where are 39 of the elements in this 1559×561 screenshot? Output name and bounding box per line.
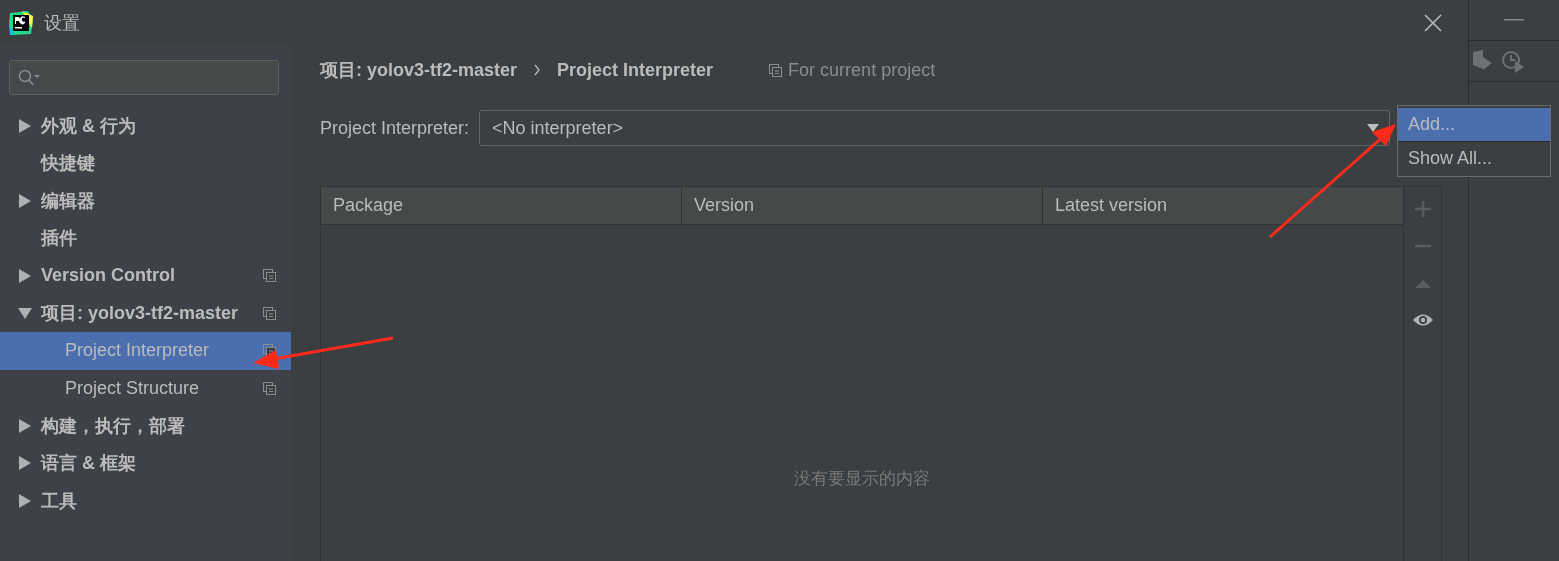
settings-tree-item[interactable]: Version Control [0, 257, 291, 295]
window-title: 设置 [44, 11, 81, 35]
column-header[interactable]: Package [321, 187, 682, 224]
settings-tree-item[interactable]: Project Structure [0, 369, 291, 407]
search-icon [18, 68, 42, 87]
settings-tree-item[interactable]: 外观 & 行为 [0, 107, 291, 145]
settings-tree-item[interactable]: 工具 [0, 482, 291, 520]
breadcrumb-item[interactable]: 项目: yolov3-tf2-master [320, 58, 518, 82]
settings-tree-item[interactable]: 构建，执行，部署 [0, 407, 291, 445]
settings-tree-item[interactable]: 项目: yolov3-tf2-master [0, 294, 291, 332]
settings-tree-item[interactable]: 插件 [0, 219, 291, 257]
menu-item[interactable]: Show All... [1398, 141, 1550, 174]
column-header[interactable]: Latest version [1043, 187, 1403, 224]
interpreter-label: Project Interpreter: [320, 117, 470, 139]
collapsed-arrow-icon[interactable] [18, 418, 32, 433]
settings-tree-item[interactable]: 编辑器 [0, 182, 291, 220]
settings-tree-item[interactable]: 快捷键 [0, 144, 291, 182]
copy-icon [769, 63, 783, 77]
collapsed-arrow-icon[interactable] [18, 493, 32, 508]
minimize-icon[interactable] [1504, 18, 1524, 22]
app-logo-icon [8, 9, 34, 36]
settings-tree-item[interactable]: 语言 & 框架 [0, 444, 291, 482]
collapsed-arrow-icon[interactable] [18, 193, 32, 208]
copy-icon [263, 381, 276, 395]
column-header[interactable]: Version [682, 187, 1043, 224]
close-icon[interactable] [1424, 13, 1442, 32]
search-field[interactable] [9, 60, 279, 95]
collapsed-arrow-icon[interactable] [18, 268, 32, 283]
interpreter-dropdown[interactable]: <No interpreter> [479, 110, 1390, 146]
empty-table-message: 没有要显示的内容 [794, 467, 930, 490]
scope-note: For current project [788, 59, 936, 81]
chevron-icon [533, 64, 542, 76]
expanded-arrow-icon[interactable] [18, 306, 32, 321]
collapsed-arrow-icon[interactable] [18, 118, 32, 133]
dropdown-arrow-icon [1367, 124, 1379, 132]
breadcrumb-item: Project Interpreter [557, 59, 714, 81]
collapsed-arrow-icon[interactable] [18, 456, 32, 471]
copy-icon [263, 306, 276, 320]
copy-icon [263, 269, 276, 283]
